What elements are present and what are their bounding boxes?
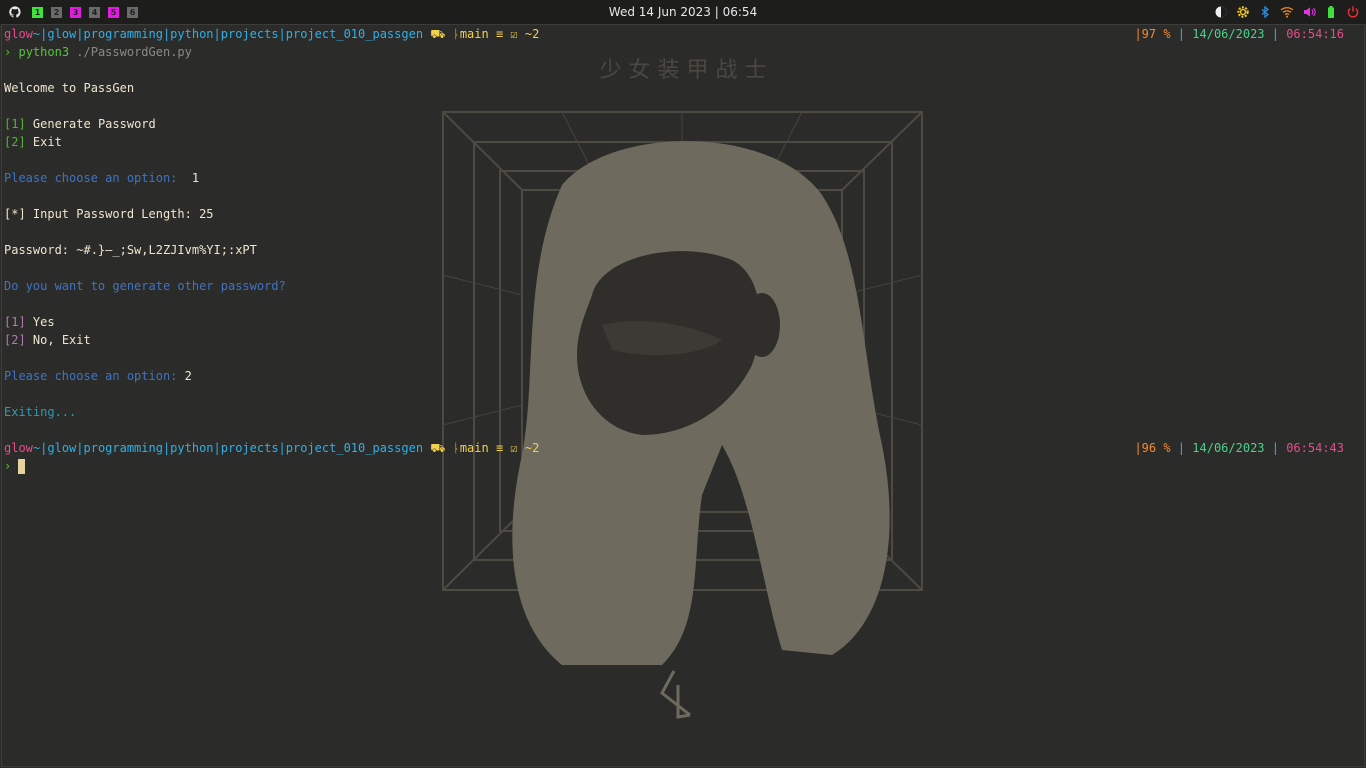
top-bar: 1 2 3 4 5 6 Wed 14 Jun 2023 | 06:54: [0, 0, 1366, 24]
option-number: [1]: [4, 315, 26, 329]
option-number: [2]: [4, 333, 26, 347]
prompt-line: glow~|glow|programming|python|projects|p…: [4, 25, 1360, 43]
git-branch: main: [459, 27, 489, 41]
power-icon[interactable]: [1346, 5, 1360, 19]
input-line[interactable]: ›: [4, 457, 1360, 475]
prompt-arrow: ›: [4, 459, 12, 473]
choose-option-value: 1: [184, 171, 200, 185]
prompt-user: glow: [4, 441, 33, 455]
option-text: Exit: [32, 135, 62, 149]
prompt-path: |glow|programming|python|projects|projec…: [40, 27, 424, 41]
git-status: ≡ ☑ ~2: [495, 441, 540, 455]
volume-icon[interactable]: [1302, 5, 1316, 19]
git-branch: main: [459, 441, 489, 455]
prompt-right-status: |96 % | 14/06/2023 | 06:54:43: [1134, 439, 1344, 457]
battery-percent: |97 %: [1134, 27, 1171, 41]
menu-option: [1] Generate Password: [4, 115, 1360, 133]
menu-option: [1] Yes: [4, 313, 1360, 331]
terminal-output: glow~|glow|programming|python|projects|p…: [4, 25, 1360, 475]
menu-option: [2] Exit: [4, 133, 1360, 151]
workspace-switcher: 1 2 3 4 5 6: [8, 5, 146, 19]
prompt-path: |glow|programming|python|projects|projec…: [40, 441, 424, 455]
generated-password: Password: ~#.}—_;Sw,L2ZJIvm%YI;:xPT: [4, 243, 257, 257]
separator: |: [1170, 27, 1193, 41]
workspace-1[interactable]: 1: [32, 6, 43, 18]
separator: |: [1170, 441, 1193, 455]
bluetooth-icon[interactable]: [1258, 5, 1272, 19]
separator: |: [1264, 441, 1287, 455]
github-cat-icon[interactable]: [8, 5, 22, 19]
menu-option: [2] No, Exit: [4, 331, 1360, 349]
git-icon: ⛟: [430, 441, 446, 455]
git-status: ≡ ☑ ~2: [495, 27, 540, 41]
workspace-6[interactable]: 6: [127, 6, 138, 18]
wifi-icon[interactable]: [1280, 5, 1294, 19]
settings-icon[interactable]: [1236, 5, 1250, 19]
option-text: Generate Password: [32, 117, 156, 131]
exiting-text: Exiting...: [4, 405, 77, 419]
system-tray: [1214, 5, 1360, 19]
branch-icon: ᚿ: [452, 27, 460, 41]
prompt-user: glow: [4, 27, 33, 41]
prompt-date: 14/06/2023: [1192, 441, 1265, 455]
command-line: › python3 ./PasswordGen.py: [4, 43, 1360, 61]
workspace-2[interactable]: 2: [51, 6, 62, 18]
choose-option-label: Please choose an option:: [4, 369, 178, 383]
prompt-right-status: |97 % | 14/06/2023 | 06:54:16: [1134, 25, 1344, 43]
option-text: Yes: [32, 315, 55, 329]
workspace-5[interactable]: 5: [108, 6, 119, 18]
terminal-window[interactable]: 少 女 装 甲 战 士 glow~|glow|programming|pytho…: [1, 24, 1365, 767]
battery-icon[interactable]: [1324, 5, 1338, 19]
branch-icon: ᚿ: [452, 441, 460, 455]
option-number: [1]: [4, 117, 26, 131]
brightness-icon[interactable]: [1214, 5, 1228, 19]
password-length-line: [*] Input Password Length: 25: [4, 207, 214, 221]
welcome-text: Welcome to PassGen: [4, 81, 135, 95]
choose-option-line: Please choose an option: 1: [4, 169, 1360, 187]
text-cursor[interactable]: [18, 459, 26, 474]
prompt-time: 06:54:43: [1286, 441, 1344, 455]
workspace-4[interactable]: 4: [89, 6, 100, 18]
choose-option-line: Please choose an option: 2: [4, 367, 1360, 385]
prompt-time: 06:54:16: [1286, 27, 1344, 41]
again-question: Do you want to generate other password?: [4, 279, 286, 293]
prompt-arrow: ›: [4, 45, 12, 59]
prompt-line: glow~|glow|programming|python|projects|p…: [4, 439, 1360, 457]
command-arg: ./PasswordGen.py: [76, 45, 192, 59]
git-icon: ⛟: [430, 27, 446, 41]
command-name: python3: [18, 45, 70, 59]
option-text: No, Exit: [32, 333, 91, 347]
option-number: [2]: [4, 135, 26, 149]
choose-option-label: Please choose an option:: [4, 171, 178, 185]
workspace-3[interactable]: 3: [70, 6, 81, 18]
separator: |: [1264, 27, 1287, 41]
battery-percent: |96 %: [1134, 441, 1171, 455]
clock[interactable]: Wed 14 Jun 2023 | 06:54: [0, 0, 1366, 24]
choose-option-value: 2: [184, 369, 192, 383]
prompt-date: 14/06/2023: [1192, 27, 1265, 41]
